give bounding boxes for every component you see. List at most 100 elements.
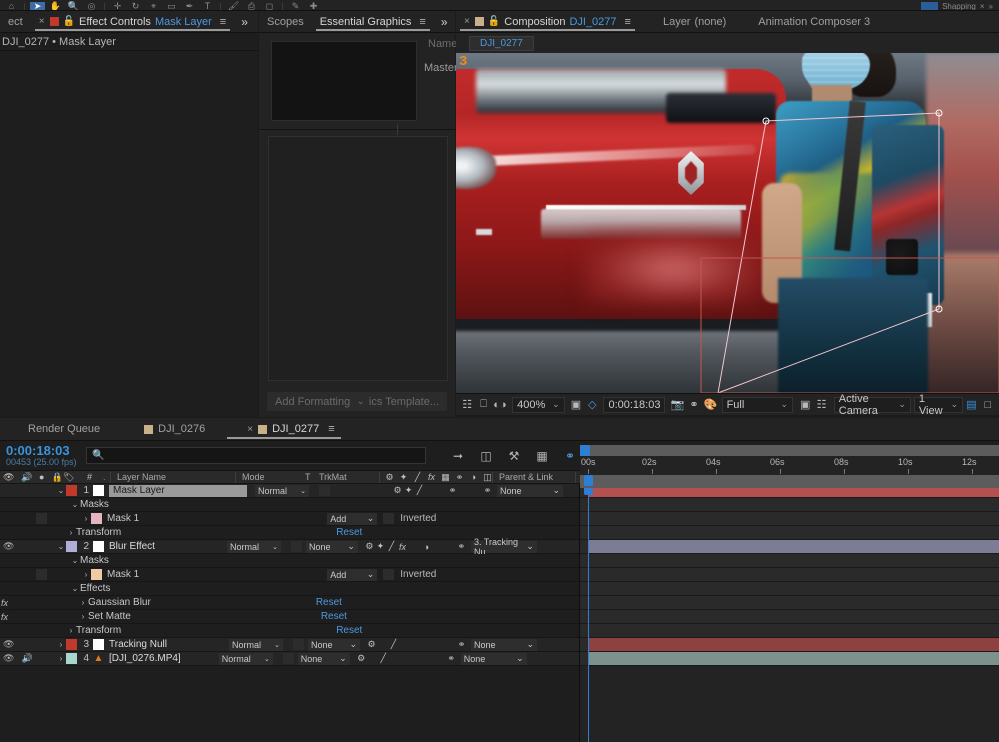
panel-menu-icon[interactable]: ≡ bbox=[419, 16, 425, 28]
tabs-overflow-icon[interactable]: » bbox=[434, 11, 455, 32]
chevron-down-icon[interactable]: ⌄ bbox=[780, 399, 788, 410]
trkmat-toggle[interactable] bbox=[292, 639, 304, 650]
chevron-down-icon[interactable]: ⌄ bbox=[898, 399, 906, 410]
shy-switch[interactable]: ⚙ bbox=[392, 485, 403, 496]
motion-blur-switch[interactable]: ⚭ bbox=[447, 485, 458, 496]
eraser-tool-icon[interactable]: ◻ bbox=[262, 2, 277, 11]
panel-menu-icon[interactable]: ≡ bbox=[220, 16, 226, 28]
expand-chevron[interactable]: ⌄ bbox=[70, 584, 80, 593]
mask-color-swatch[interactable] bbox=[91, 513, 102, 524]
fx-switch[interactable]: fx bbox=[397, 542, 408, 552]
orbit-tool-icon[interactable]: ◎ bbox=[84, 2, 99, 11]
tab-animation-composer[interactable]: Animation Composer 3 bbox=[734, 11, 878, 32]
column-trkmat[interactable]: TrkMat bbox=[319, 471, 379, 484]
layer-color-swatch[interactable] bbox=[66, 541, 77, 552]
reset-link[interactable]: Reset bbox=[316, 597, 342, 608]
tab-composition[interactable]: × 🔓 Composition DJI_0277 ≡ bbox=[456, 11, 639, 32]
layer-duration-bar[interactable] bbox=[588, 540, 999, 553]
region-of-interest-icon[interactable]: ▣ bbox=[568, 396, 584, 414]
composition-viewer[interactable]: 3 bbox=[456, 53, 999, 393]
mask-inverted-checkbox[interactable] bbox=[383, 513, 395, 524]
tab-render-queue[interactable]: Render Queue bbox=[0, 418, 114, 440]
column-mode[interactable]: Mode bbox=[236, 471, 305, 484]
selection-tool-icon[interactable]: ➤ bbox=[30, 2, 45, 10]
parent-dropdown[interactable]: 3. Tracking Nu ⌄ bbox=[470, 537, 537, 557]
expand-chevron[interactable]: › bbox=[56, 654, 66, 663]
workspace-close-icon[interactable]: × bbox=[980, 2, 985, 10]
roto-brush-tool-icon[interactable]: ✎ bbox=[288, 2, 303, 11]
trkmat-toggle[interactable] bbox=[282, 653, 294, 664]
chevron-down-icon[interactable]: ⌄ bbox=[552, 485, 560, 496]
parent-pickwhip[interactable]: ⚭ bbox=[482, 485, 493, 496]
column-parent-link[interactable]: Parent & Link bbox=[493, 471, 575, 484]
chevron-down-icon[interactable]: ⌄ bbox=[367, 513, 375, 524]
mask-mode-dropdown[interactable]: Add ⌄ bbox=[327, 512, 378, 525]
expand-chevron[interactable]: › bbox=[81, 570, 91, 579]
playhead-marker-bottom[interactable] bbox=[584, 475, 593, 486]
column-t[interactable]: T bbox=[305, 471, 319, 484]
puppet-tool-icon[interactable]: ✚ bbox=[306, 2, 321, 11]
quality-switch[interactable]: ╱ bbox=[414, 485, 425, 496]
chevron-down-icon[interactable]: ⌄ bbox=[951, 399, 959, 410]
layer-color-swatch[interactable] bbox=[66, 639, 77, 650]
label-icon[interactable]: 🏷 bbox=[63, 472, 74, 483]
table-row[interactable]: › Mask 1 Add ⌄ Inverted bbox=[0, 512, 579, 526]
expand-chevron[interactable]: › bbox=[78, 612, 88, 621]
collapse-switch[interactable]: ✦ bbox=[403, 485, 414, 496]
shy-switch[interactable]: ⚙ bbox=[364, 541, 375, 552]
time-navigator-start-handle[interactable] bbox=[580, 445, 590, 456]
frame-blend-icon[interactable]: ▦ bbox=[441, 472, 450, 483]
expand-chevron[interactable]: › bbox=[66, 528, 76, 537]
fx-icon[interactable]: fx bbox=[427, 472, 436, 482]
layer-name-label[interactable]: Tracking Null bbox=[109, 639, 167, 650]
table-row[interactable]: ⌄ Masks bbox=[0, 554, 579, 568]
layer-duration-bar[interactable] bbox=[588, 652, 999, 665]
tab-dji-0276[interactable]: DJI_0276 bbox=[114, 418, 219, 440]
chevron-down-icon[interactable]: ⌄ bbox=[272, 543, 278, 551]
shy-switch[interactable]: ⚙ bbox=[366, 639, 377, 650]
camera-dropdown[interactable]: Active Camera ⌄ bbox=[833, 393, 911, 417]
hide-shy-layers-icon[interactable]: ⚒ bbox=[506, 448, 522, 464]
channel-rgb-icon[interactable]: 🎨 bbox=[702, 396, 718, 414]
chevron-down-icon[interactable]: ⌄ bbox=[526, 541, 534, 552]
shy-icon[interactable]: ⚙ bbox=[385, 472, 394, 483]
column-layer-name[interactable]: Layer Name bbox=[111, 471, 235, 484]
transparency-grid-icon[interactable]: ▣ bbox=[797, 396, 813, 414]
mask-mode-dropdown[interactable]: Add ⌄ bbox=[327, 568, 378, 581]
parent-dropdown[interactable]: None ⌄ bbox=[470, 638, 537, 651]
workspace-overflow-icon[interactable]: » bbox=[989, 2, 993, 10]
table-row[interactable]: 👁 ⌄ 2 Blur Effect Normal ⌄ None ⌄ ⚙ ✦ ╱ … bbox=[0, 537, 579, 557]
table-row[interactable]: fx › Set Matte Reset bbox=[0, 610, 579, 624]
expand-chevron[interactable]: › bbox=[56, 640, 66, 649]
expand-chevron[interactable]: ⌄ bbox=[56, 486, 66, 495]
mask-color-swatch[interactable] bbox=[91, 569, 102, 580]
quality-switch[interactable]: ╱ bbox=[386, 541, 397, 552]
video-toggle[interactable]: 👁 bbox=[3, 639, 14, 650]
table-row[interactable]: 👁 🔊 › 4 ▲ [DJI_0276.MP4] Normal ⌄ None ⌄… bbox=[0, 652, 579, 666]
3d-glasses-icon[interactable]: ◐◑ bbox=[492, 396, 508, 414]
audio-icon[interactable]: 🔊 bbox=[21, 472, 32, 483]
workspace-tab-active[interactable] bbox=[921, 2, 939, 10]
layer-name-label[interactable]: Blur Effect bbox=[109, 541, 155, 552]
quality-icon[interactable]: ╱ bbox=[413, 472, 422, 483]
video-icon[interactable]: 👁 bbox=[3, 472, 14, 483]
rotation-tool-icon[interactable]: ↻ bbox=[128, 2, 143, 11]
trkmat-toggle[interactable] bbox=[290, 541, 302, 552]
anchor-point-tool-icon[interactable]: ⌖ bbox=[146, 2, 161, 11]
tab-layer[interactable]: Layer (none) bbox=[639, 11, 734, 32]
frame-blending-icon[interactable]: ▦ bbox=[534, 448, 550, 464]
pan-tool-icon[interactable]: ✛ bbox=[110, 2, 125, 11]
collapse-switch[interactable]: ✦ bbox=[375, 541, 386, 552]
chevron-down-icon[interactable]: ⌄ bbox=[274, 641, 280, 649]
layer-duration-bar[interactable] bbox=[588, 638, 999, 651]
close-icon[interactable]: × bbox=[464, 16, 470, 27]
timeline-toggle-icon[interactable]: ▤ bbox=[963, 396, 979, 414]
panel-splitter[interactable] bbox=[259, 124, 455, 135]
table-row[interactable]: › Mask 1 Add ⌄ Inverted bbox=[0, 568, 579, 582]
quality-switch[interactable]: ╱ bbox=[388, 639, 399, 650]
mode-dropdown[interactable]: Normal ⌄ bbox=[228, 638, 283, 651]
resolution-dropdown[interactable]: Full ⌄ bbox=[721, 396, 793, 413]
snapshot-camera-icon[interactable]: 📷 bbox=[669, 396, 685, 414]
trkmat-dropdown[interactable]: None ⌄ bbox=[305, 540, 358, 553]
zoom-tool-icon[interactable]: 🔍 bbox=[66, 2, 81, 11]
